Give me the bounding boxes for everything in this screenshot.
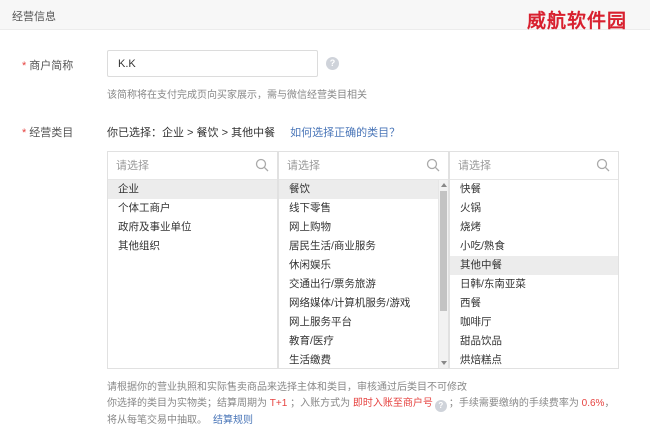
category-option[interactable]: 政府及事业单位 [108, 218, 277, 237]
column-1-search-input[interactable] [108, 152, 277, 179]
settlement-info-2: 将从每笔交易中抽取。 结算规则 [107, 411, 253, 426]
search-icon [255, 158, 269, 172]
selected-path-text: 企业 > 餐饮 > 其他中餐 [162, 127, 276, 139]
category-option[interactable]: 个体工商户 [108, 199, 277, 218]
merchant-name-hint: 该简称将在支付完成页向买家展示，需与微信经营类目相关 [107, 90, 367, 101]
category-option[interactable]: 火锅 [450, 199, 618, 218]
column-2-scrollbar[interactable] [438, 180, 448, 368]
column-2-search-input[interactable] [279, 152, 448, 179]
settlement-text: 将从每笔交易中抽取。 [107, 415, 207, 426]
watermark: 威航软件园 [527, 10, 628, 32]
column-search [450, 152, 618, 180]
column-search [279, 152, 448, 180]
category-option[interactable]: 居民生活/商业服务 [279, 237, 438, 256]
category-option[interactable]: 网络媒体/计算机服务/游戏 [279, 294, 438, 313]
category-option[interactable]: 交通出行/票务旅游 [279, 275, 438, 294]
help-icon[interactable]: ? [434, 400, 447, 412]
column-2-items: 餐饮 线下零售 网上购物 居民生活/商业服务 休闲娱乐 交通出行/票务旅游 网络媒体/计算机… [279, 180, 438, 368]
merchant-name-input[interactable] [107, 50, 318, 77]
column-3-search-input[interactable] [450, 152, 618, 179]
settle-method: 即时入账至商户号 [352, 398, 433, 409]
search-icon [426, 158, 440, 172]
help-icon[interactable]: ? [326, 57, 339, 70]
settlement-info: 你选择的类目为实物类；结算周期为 T+1 ；入账方式为 即时入账至商户号? ；手续… [107, 394, 614, 412]
category-column-1: 企业个体工商户政府及事业单位其他组织 [107, 151, 278, 369]
scroll-thumb[interactable] [440, 191, 447, 311]
category-label-text: 经营类目 [29, 127, 74, 139]
settle-cycle: T+1 [269, 398, 288, 409]
settlement-rules-link[interactable]: 结算规则 [213, 415, 253, 426]
category-option[interactable]: 西餐 [450, 294, 618, 313]
category-option[interactable]: 烘焙糕点 [450, 351, 618, 368]
scroll-up-icon[interactable] [440, 181, 448, 189]
settlement-text: ；入账方式为 [287, 398, 353, 409]
category-help-link[interactable]: 如何选择正确的类目？ [290, 127, 400, 139]
category-option[interactable]: 日韩/东南亚菜 [450, 275, 618, 294]
category-option[interactable]: 小吃/熟食 [450, 237, 618, 256]
category-option[interactable]: 烧烤 [450, 218, 618, 237]
category-option[interactable]: 甜品饮品 [450, 332, 618, 351]
settlement-text: ， [604, 398, 615, 409]
category-option[interactable]: 其他组织 [108, 237, 277, 256]
column-search [108, 152, 277, 180]
category-option[interactable]: 线下零售 [279, 199, 438, 218]
selected-category-path: 你已选择：企业 > 餐饮 > 其他中餐 如何选择正确的类目？ [107, 124, 400, 140]
scroll-down-icon[interactable] [440, 359, 448, 367]
category-option[interactable]: 生活缴费 [279, 351, 438, 368]
category-option[interactable]: 网上服务平台 [279, 313, 438, 332]
category-option[interactable]: 餐饮 [279, 180, 438, 199]
category-option[interactable]: 咖啡厅 [450, 313, 618, 332]
category-option[interactable]: 休闲娱乐 [279, 256, 438, 275]
category-option[interactable]: 其他中餐 [450, 256, 618, 275]
column-3-items: 快餐 火锅 烧烤 小吃/熟食 其他中餐 日韩/东南亚菜 西餐 咖啡厅 甜品饮品 烘焙糕点 [450, 180, 618, 368]
column-1-items: 企业 个体工商户 政府及事业单位 其他组织 [108, 180, 277, 368]
fee-rate: 0.6% [581, 398, 605, 409]
settlement-text: ；手续需要缴纳的手续费率为 [448, 398, 582, 409]
category-note: 请根据你的营业执照和实际售卖商品来选择主体和类目，审核通过后类目不可修改 [107, 382, 467, 393]
section-title: 经营信息 [12, 11, 56, 23]
category-option[interactable]: 企业 [108, 180, 277, 199]
required-mark: * [22, 127, 27, 139]
category-label: * 经营类目 [22, 124, 73, 140]
category-column-2: 餐饮线下零售网上购物居民生活/商业服务休闲娱乐交通出行/票务旅游网络媒体/计算机… [278, 151, 449, 369]
category-option[interactable]: 网上购物 [279, 218, 438, 237]
selected-prefix: 你已选择： [107, 127, 162, 139]
category-option[interactable]: 快餐 [450, 180, 618, 199]
merchant-name-label: * 商户简称 [22, 57, 73, 73]
settlement-text: 你选择的类目为实物类；结算周期为 [107, 398, 270, 409]
merchant-name-label-text: 商户简称 [29, 60, 74, 72]
search-icon [596, 158, 610, 172]
required-mark: * [22, 60, 27, 72]
category-option[interactable]: 教育/医疗 [279, 332, 438, 351]
category-column-3: 快餐火锅烧烤小吃/熟食其他中餐日韩/东南亚菜西餐咖啡厅甜品饮品烘焙糕点 [449, 151, 619, 369]
